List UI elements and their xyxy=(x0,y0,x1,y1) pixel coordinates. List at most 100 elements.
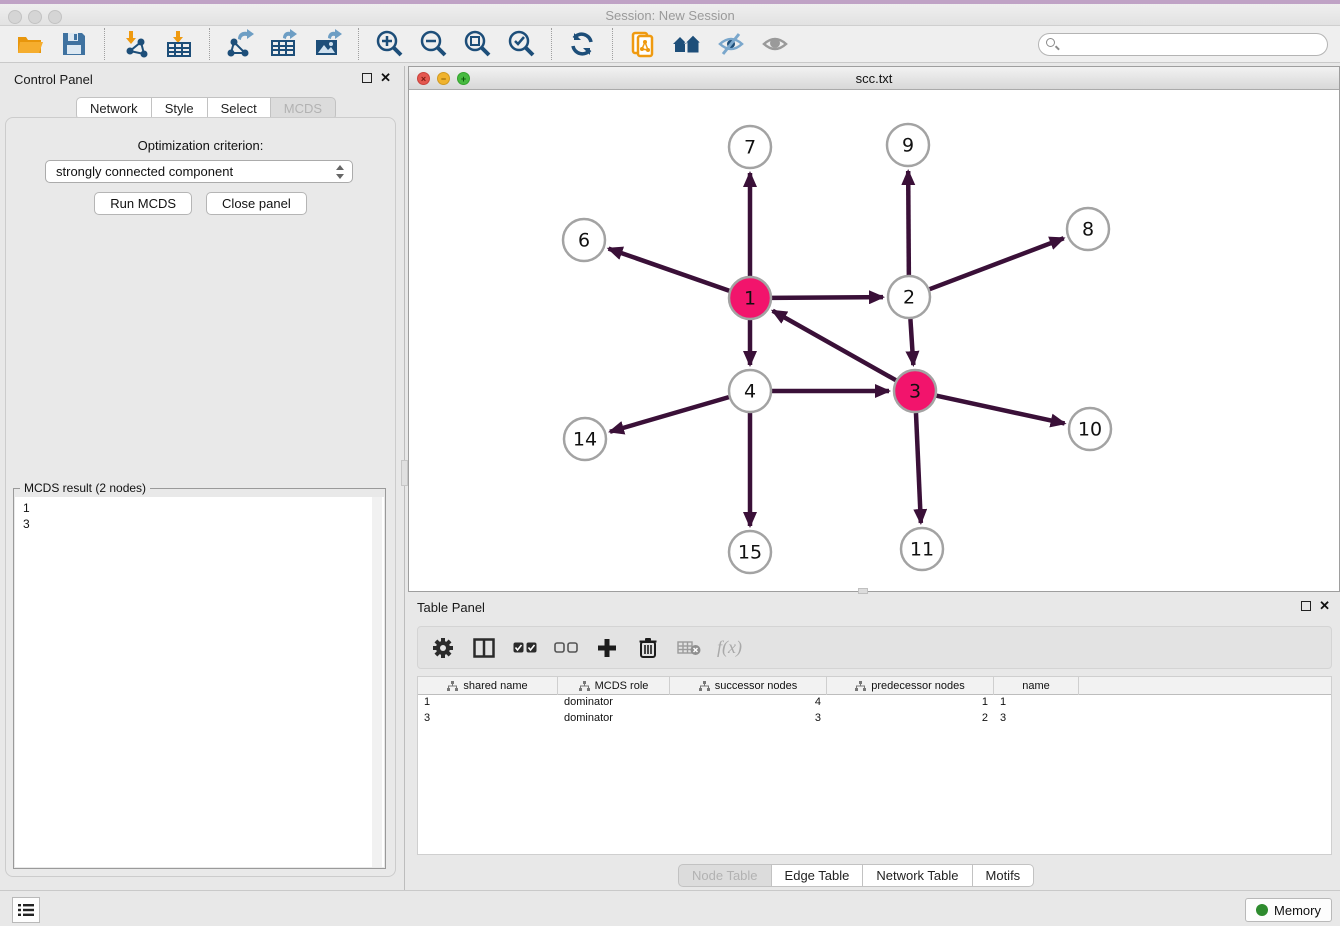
delete-column-button[interactable] xyxy=(635,635,661,661)
column-header-mcds-role[interactable]: MCDS role xyxy=(558,677,670,695)
homes-icon xyxy=(671,30,703,58)
table-panel-tabs: Node Table Edge Table Network Table Moti… xyxy=(678,864,1034,887)
checked-boxes-icon xyxy=(513,642,537,654)
save-session-button[interactable] xyxy=(58,28,90,60)
column-header-successor-nodes[interactable]: successor nodes xyxy=(670,677,827,695)
network-canvas-svg[interactable]: 7968124314101511 xyxy=(409,90,1339,591)
import-table-button[interactable] xyxy=(163,28,195,60)
graph-edge-2-9[interactable] xyxy=(908,171,909,275)
function-builder-button[interactable]: f(x) xyxy=(717,635,742,661)
toggle-column-view-button[interactable] xyxy=(471,635,497,661)
task-history-button[interactable] xyxy=(12,897,40,923)
export-network-button[interactable] xyxy=(224,28,256,60)
column-header-predecessor-nodes[interactable]: predecessor nodes xyxy=(827,677,994,695)
delete-table-icon xyxy=(677,640,701,656)
show-graphics-details-button[interactable] xyxy=(759,28,791,60)
mcds-panel: Optimization criterion: strongly connect… xyxy=(5,117,396,877)
unselect-all-columns-button[interactable] xyxy=(553,635,579,661)
import-network-button[interactable] xyxy=(119,28,151,60)
delete-table-button[interactable] xyxy=(676,635,702,661)
export-image-icon xyxy=(313,29,343,59)
table-row[interactable]: 1 dominator 4 1 1 xyxy=(418,695,1331,711)
zoom-selected-button[interactable] xyxy=(505,28,537,60)
graph-edge-2-8[interactable] xyxy=(930,238,1064,289)
graph-edge-1-6[interactable] xyxy=(609,249,730,291)
tree-icon xyxy=(699,681,710,691)
search-input[interactable] xyxy=(1038,33,1328,56)
table-row[interactable]: 3 dominator 3 2 3 xyxy=(418,711,1331,727)
control-panel-header: Control Panel ✕ xyxy=(0,66,401,94)
zoom-in-button[interactable] xyxy=(373,28,405,60)
splitter-grip[interactable] xyxy=(401,460,408,486)
memory-button[interactable]: Memory xyxy=(1245,898,1332,922)
open-folder-icon xyxy=(15,29,45,59)
graph-edge-3-1[interactable] xyxy=(773,311,896,380)
mcds-result-area[interactable]: 1 3 xyxy=(15,497,384,867)
tab-network-table[interactable]: Network Table xyxy=(863,864,972,887)
cell-predecessor-nodes[interactable]: 2 xyxy=(827,711,994,727)
close-table-panel-icon[interactable]: ✕ xyxy=(1319,601,1330,611)
cell-successor-nodes[interactable]: 4 xyxy=(670,695,827,711)
cell-name[interactable]: 3 xyxy=(994,711,1079,727)
tab-node-table[interactable]: Node Table xyxy=(678,864,772,887)
home-view-button[interactable] xyxy=(671,28,703,60)
cell-shared-name[interactable]: 3 xyxy=(418,711,558,727)
graph-edge-2-3[interactable] xyxy=(910,319,913,365)
graph-node-label-6: 6 xyxy=(578,230,590,252)
vertical-splitter[interactable] xyxy=(401,66,408,890)
eye-slash-icon xyxy=(716,30,746,58)
unchecked-boxes-icon xyxy=(554,642,578,654)
zoom-fit-button[interactable] xyxy=(461,28,493,60)
graph-edge-1-2[interactable] xyxy=(772,297,883,298)
tree-icon xyxy=(447,681,458,691)
graph-edge-3-11[interactable] xyxy=(916,413,921,523)
tab-edge-table[interactable]: Edge Table xyxy=(772,864,864,887)
result-scrollbar[interactable] xyxy=(372,497,382,867)
criterion-dropdown[interactable]: strongly connected component xyxy=(45,160,353,183)
open-session-button[interactable] xyxy=(14,28,46,60)
close-panel-icon[interactable]: ✕ xyxy=(380,73,391,83)
zoom-out-icon xyxy=(418,29,448,59)
graph-edge-4-14[interactable] xyxy=(610,397,729,432)
tree-icon xyxy=(579,681,590,691)
columns-icon xyxy=(473,638,495,658)
plus-icon xyxy=(597,638,617,658)
hide-graphics-details-button[interactable] xyxy=(715,28,747,60)
close-panel-button[interactable]: Close panel xyxy=(206,192,307,215)
cell-name[interactable]: 1 xyxy=(994,695,1079,711)
import-network-icon xyxy=(120,29,150,59)
export-table-button[interactable] xyxy=(268,28,300,60)
column-header-shared-name[interactable]: shared name xyxy=(418,677,558,695)
float-table-panel-icon[interactable] xyxy=(1301,601,1311,611)
export-table-icon xyxy=(269,29,299,59)
select-all-columns-button[interactable] xyxy=(512,635,538,661)
gear-icon xyxy=(432,637,454,659)
table-settings-button[interactable] xyxy=(430,635,456,661)
cell-predecessor-nodes[interactable]: 1 xyxy=(827,695,994,711)
mcds-result-values: 1 3 xyxy=(15,497,384,532)
cell-shared-name[interactable]: 1 xyxy=(418,695,558,711)
graph-node-label-8: 8 xyxy=(1082,219,1094,241)
cell-successor-nodes[interactable]: 3 xyxy=(670,711,827,727)
column-header-name[interactable]: name xyxy=(994,677,1079,695)
tab-motifs[interactable]: Motifs xyxy=(973,864,1035,887)
run-mcds-button[interactable]: Run MCDS xyxy=(94,192,192,215)
zoom-in-icon xyxy=(374,29,404,59)
network-window-titlebar[interactable]: × − + scc.txt xyxy=(409,67,1339,90)
refresh-button[interactable] xyxy=(566,28,598,60)
optimization-criterion-label: Optimization criterion: xyxy=(6,138,395,153)
duplicate-network-button[interactable] xyxy=(627,28,659,60)
cell-mcds-role[interactable]: dominator xyxy=(558,695,670,711)
export-image-button[interactable] xyxy=(312,28,344,60)
zoom-out-button[interactable] xyxy=(417,28,449,60)
save-icon xyxy=(60,30,88,58)
cell-mcds-role[interactable]: dominator xyxy=(558,711,670,727)
dropdown-stepper-icon xyxy=(335,163,345,181)
graph-node-label-1: 1 xyxy=(744,288,756,310)
criterion-value: strongly connected component xyxy=(56,164,233,179)
float-panel-icon[interactable] xyxy=(362,73,372,83)
app-titlebar: Session: New Session xyxy=(0,4,1340,26)
create-column-button[interactable] xyxy=(594,635,620,661)
status-bar: Memory xyxy=(0,890,1340,926)
graph-edge-3-10[interactable] xyxy=(936,396,1064,424)
